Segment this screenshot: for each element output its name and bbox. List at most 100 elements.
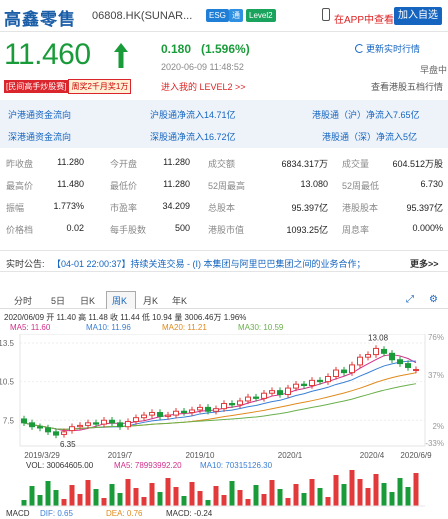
announcement-text[interactable]: 【04-01 22:00:37】持续关连交易 - (I) 本集团与阿里巴巴集团之… bbox=[52, 257, 382, 270]
volume-bar bbox=[269, 480, 275, 506]
tab-weekly-k[interactable]: 周K bbox=[112, 294, 127, 307]
quote-panel: 11.460 0.180 (1.596%) 2020-06-09 11:48:5… bbox=[0, 32, 448, 98]
stat-label: 最低价 bbox=[110, 181, 138, 191]
candle-body bbox=[309, 379, 315, 386]
candle-body bbox=[53, 431, 59, 436]
tong-badge[interactable]: 通 bbox=[229, 9, 243, 22]
candle-body bbox=[317, 379, 323, 383]
stat-value: 1093.25亿 bbox=[286, 225, 328, 235]
level2-link[interactable]: 进入我的 LEVEL2 >> bbox=[161, 80, 246, 93]
right-tick-label: 2% bbox=[432, 422, 444, 431]
flow-sh-south[interactable]: 港股通（沪）净流入7.65亿 bbox=[312, 108, 420, 121]
flow-sz-title[interactable]: 深港通资金流向 bbox=[8, 130, 71, 143]
stat-label: 港股股本 bbox=[342, 203, 379, 213]
volume-bar bbox=[381, 483, 387, 506]
volume-bar bbox=[61, 499, 67, 506]
open-in-app-link[interactable]: 在APP中查看 bbox=[322, 8, 394, 26]
volume-bar bbox=[85, 480, 91, 506]
volume-bar bbox=[221, 495, 227, 506]
current-price: 11.460 bbox=[4, 38, 91, 71]
candle-body bbox=[405, 363, 411, 368]
volume-bar bbox=[229, 481, 235, 506]
volume-info: VOL: 30064605.00 bbox=[26, 461, 94, 470]
candle-body bbox=[61, 431, 67, 435]
volume-bar bbox=[189, 482, 195, 506]
candle-body bbox=[85, 422, 91, 426]
candle-body bbox=[245, 396, 251, 402]
kline-chart[interactable]: 13.5 10.5 7.5 76% 37% 2% -33% 13.08 6.352019/3/2… bbox=[0, 334, 448, 519]
candle-body bbox=[269, 390, 275, 394]
tab-5day[interactable]: 5日 bbox=[51, 294, 65, 307]
stat-value: 11.480 bbox=[57, 179, 84, 189]
candle-body bbox=[389, 352, 395, 361]
expand-icon[interactable]: ⤢ bbox=[406, 294, 414, 305]
stat-label: 总股本 bbox=[208, 203, 236, 213]
stat-value: 1.773% bbox=[53, 201, 84, 211]
candle-body bbox=[221, 403, 227, 410]
tab-monthly-k[interactable]: 月K bbox=[143, 294, 158, 307]
macd-info: MACD: -0.24 bbox=[166, 509, 213, 518]
volume-bar bbox=[173, 487, 179, 506]
y-tick-label: 13.5 bbox=[0, 339, 15, 348]
candle-body bbox=[325, 375, 331, 383]
level2-badge[interactable]: Level2 bbox=[246, 9, 276, 22]
esg-badge[interactable]: ESG bbox=[206, 9, 229, 22]
candle-body bbox=[293, 383, 299, 389]
volume-bar bbox=[317, 488, 323, 506]
volume-bar bbox=[341, 484, 347, 506]
five-level-link[interactable]: 查看港股五档行情 bbox=[371, 80, 443, 93]
flow-sh-title[interactable]: 沪港通资金流向 bbox=[8, 108, 71, 121]
stat-row: 振幅 1.773% 市盈率 34.209 总股本 95.397亿 港股股本 95.397亿 bbox=[0, 198, 448, 216]
x-tick-label: 2019/3/29 bbox=[24, 451, 60, 460]
flow-row-sh: 沪港通资金流向 沪股通净流入14.71亿 港股通（沪）净流入7.65亿 bbox=[0, 103, 448, 123]
candle-body bbox=[213, 408, 219, 412]
candle-body bbox=[117, 422, 123, 428]
contest-promo[interactable]: [民间高手炒股赛] 周奖2千月奖1万 bbox=[4, 79, 132, 94]
candle-body bbox=[109, 419, 115, 424]
candle-body bbox=[101, 419, 107, 425]
candle-body bbox=[413, 369, 419, 372]
tab-intraday[interactable]: 分时 bbox=[14, 294, 32, 307]
volume-bar bbox=[245, 499, 251, 506]
volume-bar bbox=[213, 486, 219, 506]
volume-bar bbox=[157, 492, 163, 506]
volume-bar bbox=[77, 494, 83, 506]
stat-value: 0.02 bbox=[66, 223, 84, 233]
right-tick-label: 76% bbox=[428, 334, 444, 342]
volume-bar bbox=[397, 478, 403, 506]
tab-daily-k[interactable]: 日K bbox=[80, 294, 95, 307]
volume-bar bbox=[301, 493, 307, 506]
refresh-quote-button[interactable]: 更新实时行情 bbox=[355, 42, 420, 55]
right-tick-label: -33% bbox=[425, 439, 444, 448]
volume-bar bbox=[349, 470, 355, 506]
candle-body bbox=[261, 392, 267, 399]
ma10-line bbox=[23, 360, 417, 430]
volume-bar bbox=[413, 473, 419, 506]
candle-body bbox=[229, 403, 235, 406]
volume-bar bbox=[45, 481, 51, 506]
candle-body bbox=[357, 356, 363, 366]
volume-bar bbox=[373, 474, 379, 506]
settings-icon[interactable]: ⚙ bbox=[429, 294, 438, 305]
tab-yearly-k[interactable]: 年K bbox=[172, 294, 187, 307]
plot-frame bbox=[19, 334, 426, 447]
stat-value: 95.397亿 bbox=[291, 203, 328, 213]
candle-body bbox=[29, 422, 35, 428]
stat-label: 港股市值 bbox=[208, 225, 245, 235]
flow-sz-south[interactable]: 港股通（深）净流入5亿 bbox=[322, 130, 417, 143]
flow-sh-north[interactable]: 沪股通净流入14.71亿 bbox=[150, 108, 236, 121]
macd-info: MACD bbox=[6, 509, 30, 518]
candle-body bbox=[69, 426, 75, 432]
candle-body bbox=[349, 364, 355, 374]
ma30-label: MA30: 10.59 bbox=[238, 323, 284, 332]
candle-body bbox=[37, 426, 43, 429]
flow-sz-north[interactable]: 深股通净流入16.72亿 bbox=[150, 130, 236, 143]
low-annotation: 6.35 bbox=[60, 440, 76, 449]
volume-bar bbox=[405, 487, 411, 506]
volume-bar bbox=[237, 490, 243, 506]
stat-label: 最高价 bbox=[6, 181, 34, 191]
announcement-label: 实时公告: bbox=[6, 259, 45, 269]
volume-info: MA10: 70315126.30 bbox=[200, 461, 273, 470]
add-to-watchlist-button[interactable]: 加入自选 bbox=[394, 7, 442, 25]
more-announcements-link[interactable]: 更多>> bbox=[410, 257, 439, 270]
